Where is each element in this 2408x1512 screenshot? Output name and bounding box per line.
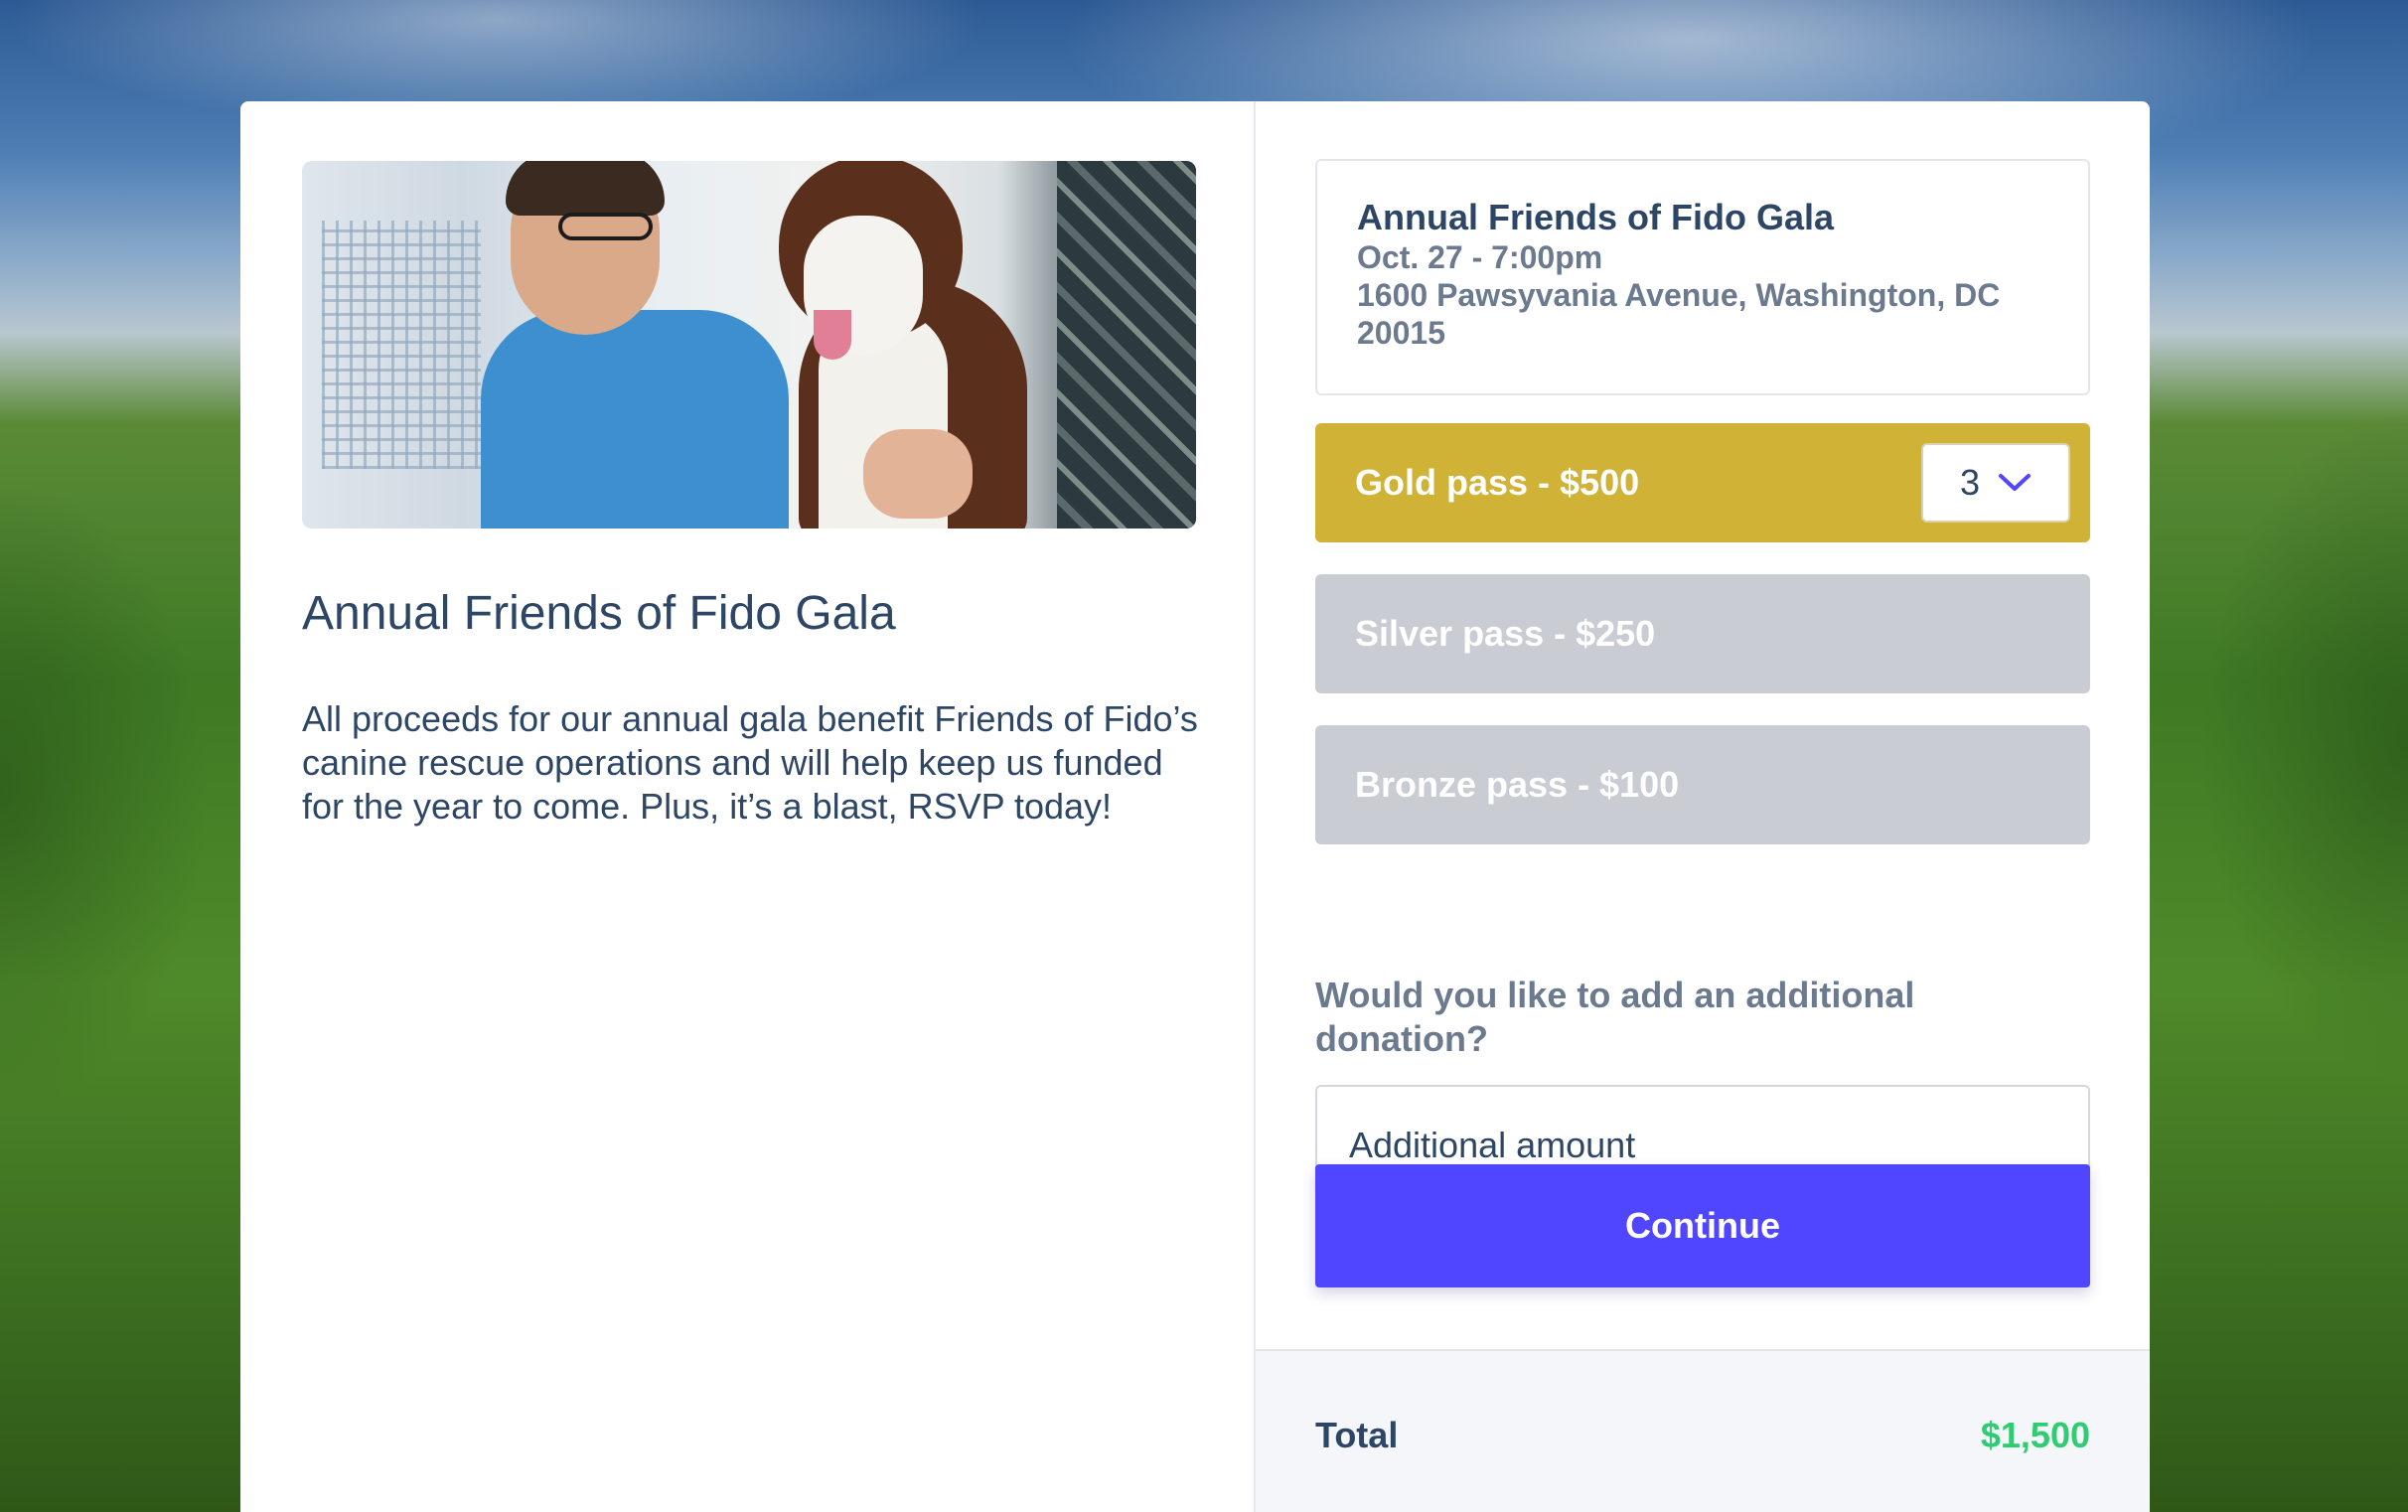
pass-option-silver[interactable]: Silver pass - $250 xyxy=(1315,574,2090,693)
quantity-dropdown[interactable]: 3 xyxy=(1921,443,2070,523)
chevron-down-icon xyxy=(1999,474,2032,491)
pass-label-bronze: Bronze pass - $100 xyxy=(1355,764,1680,805)
total-amount: $1,500 xyxy=(1980,1415,2090,1455)
background-hill-right xyxy=(2150,248,2408,1512)
continue-button[interactable]: Continue xyxy=(1315,1164,2090,1287)
quantity-value: 3 xyxy=(1959,462,1981,503)
event-hero-image xyxy=(302,161,1196,529)
hero-owner-shirt xyxy=(1057,161,1196,529)
hero-cage xyxy=(322,221,481,469)
event-info-date: Oct. 27 - 7:00pm xyxy=(1357,239,1603,275)
pass-option-bronze[interactable]: Bronze pass - $100 xyxy=(1315,725,2090,844)
event-details-panel: Annual Friends of Fido Gala All proceeds… xyxy=(240,101,1256,1512)
hero-hand xyxy=(863,429,973,519)
hero-vet-hair xyxy=(506,161,665,216)
checkout-panel: Annual Friends of Fido Gala Oct. 27 - 7:… xyxy=(1256,101,2150,1512)
event-info-box: Annual Friends of Fido Gala Oct. 27 - 7:… xyxy=(1315,159,2090,395)
total-label: Total xyxy=(1315,1415,1399,1455)
pass-label-silver: Silver pass - $250 xyxy=(1355,613,1656,654)
event-info-address: 1600 Pawsyvania Avenue, Washington, DC 2… xyxy=(1357,277,2001,351)
event-description: All proceeds for our annual gala benefit… xyxy=(302,698,1198,827)
total-bar: Total $1,500 xyxy=(1256,1349,2150,1512)
pass-label-gold: Gold pass - $500 xyxy=(1355,462,1640,503)
donation-question: Would you like to add an additional dona… xyxy=(1315,975,1915,1059)
event-title: Annual Friends of Fido Gala xyxy=(302,587,896,640)
hero-dog-tongue xyxy=(814,310,851,360)
hero-vet xyxy=(481,310,789,529)
event-info-name: Annual Friends of Fido Gala xyxy=(1357,197,1835,237)
hero-vet-glasses xyxy=(558,213,653,240)
background-hill-left xyxy=(0,298,258,1512)
pass-option-gold[interactable]: Gold pass - $500 3 xyxy=(1315,423,2090,542)
event-card: Annual Friends of Fido Gala All proceeds… xyxy=(240,101,2150,1512)
